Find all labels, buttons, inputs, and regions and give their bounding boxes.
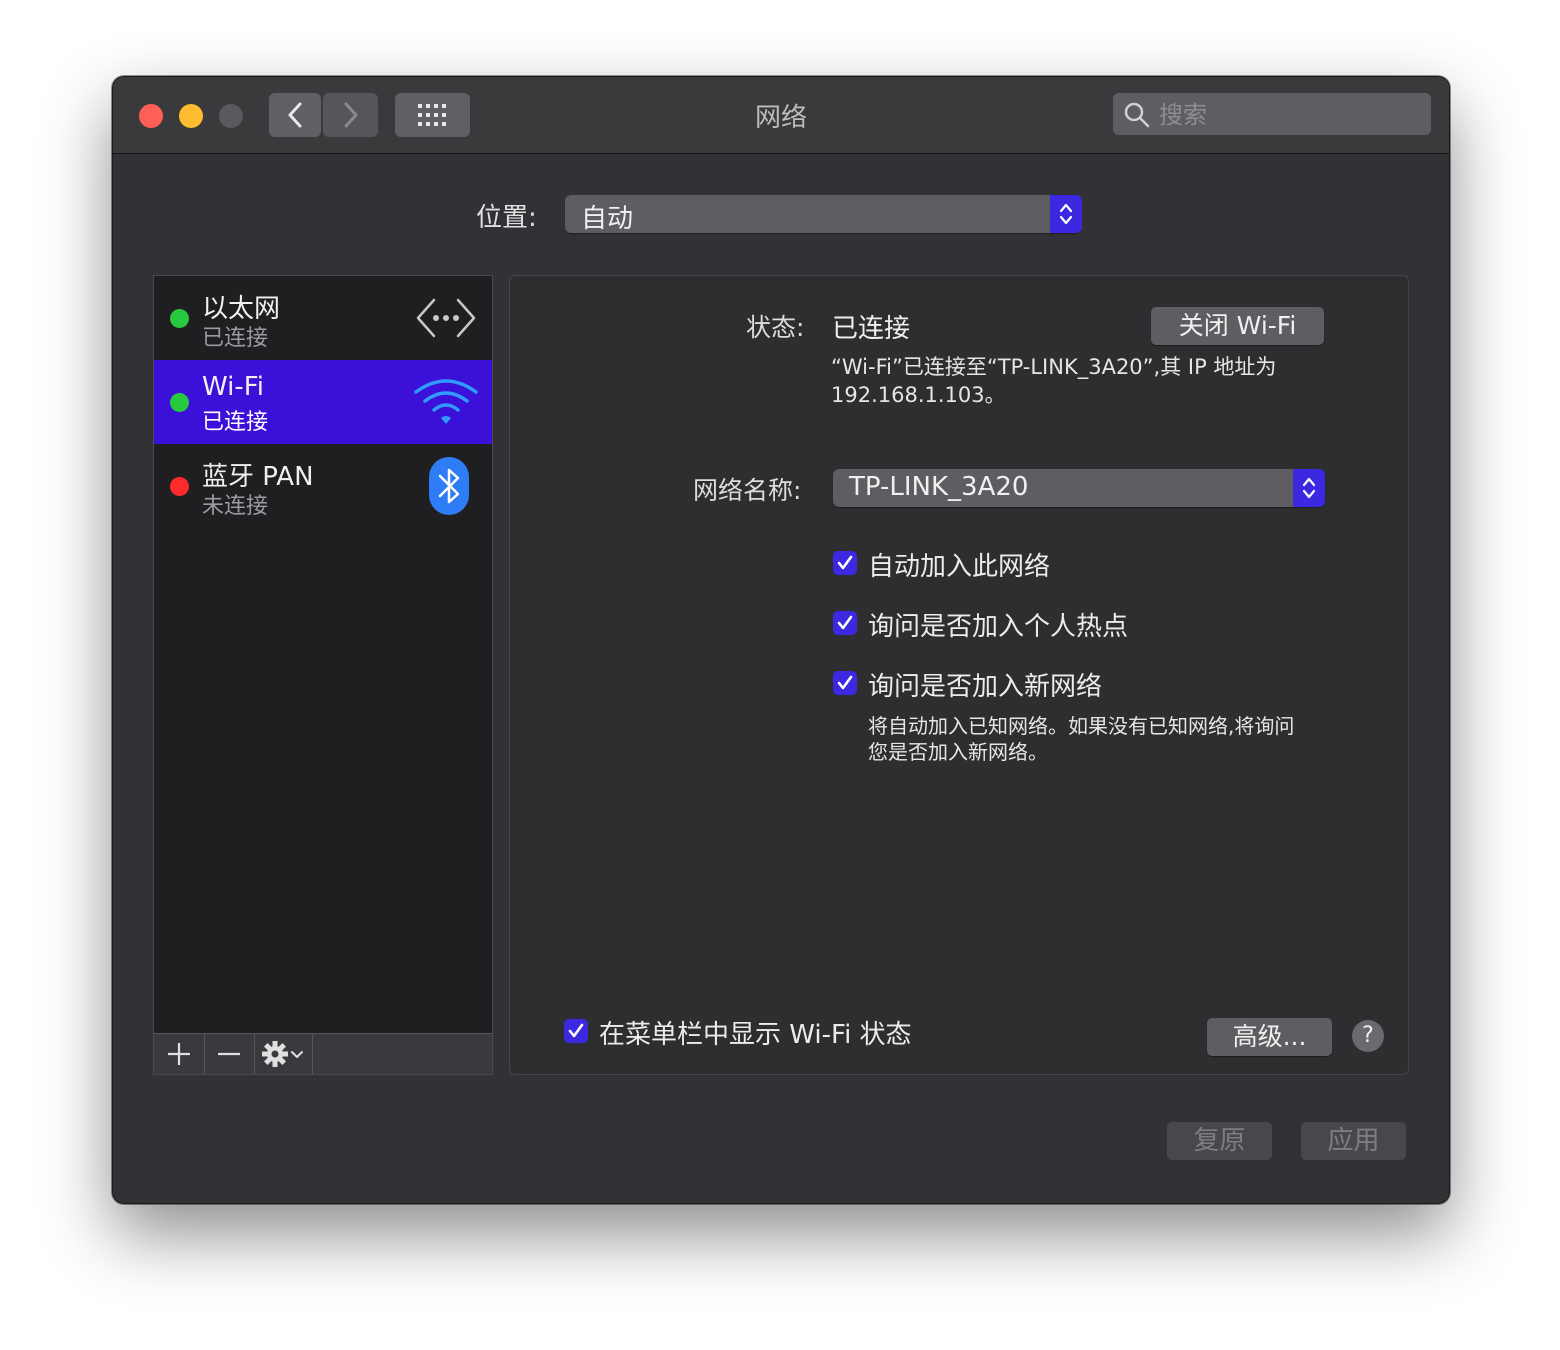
ask-new-networks-checkbox[interactable] <box>833 671 857 695</box>
revert-button[interactable]: 复原 <box>1167 1122 1272 1160</box>
ask-hotspot-label[interactable]: 询问是否加入个人热点 <box>868 606 1128 643</box>
plus-icon <box>168 1043 190 1065</box>
location-value: 自动 <box>581 204 634 234</box>
add-service-button[interactable] <box>154 1034 205 1074</box>
network-name-value: TP-LINK_3A20 <box>849 472 1029 502</box>
search-input[interactable] <box>1157 97 1421 133</box>
status-dot <box>170 393 189 412</box>
wifi-detail-panel: 状态: 已连接 关闭 Wi-Fi “Wi-Fi”已连接至“TP-LINK_3A2… <box>509 275 1409 1075</box>
network-name-label: 网络名称: <box>693 476 802 505</box>
show-in-menubar-label[interactable]: 在菜单栏中显示 Wi-Fi 状态 <box>599 1014 912 1051</box>
network-preferences-window: 网络 位置: 自动 以太网 已连接 <box>112 76 1450 1204</box>
help-button[interactable]: ? <box>1352 1020 1384 1052</box>
ask-new-networks-label[interactable]: 询问是否加入新网络 <box>868 666 1102 703</box>
gear-icon <box>262 1041 303 1067</box>
status-dot <box>170 309 189 328</box>
checkmark-icon <box>837 675 853 690</box>
show-in-menubar-checkbox[interactable] <box>564 1019 588 1043</box>
search-icon <box>1124 102 1150 128</box>
status-dot <box>170 477 189 496</box>
service-item-bluetooth-pan[interactable]: 蓝牙 PAN 未连接 <box>154 444 492 528</box>
service-status: 已连接 <box>202 326 269 351</box>
auto-join-label[interactable]: 自动加入此网络 <box>868 546 1050 583</box>
ask-new-description-line1: 将自动加入已知网络。如果没有已知网络,将询问 <box>868 714 1295 738</box>
checkmark-icon <box>837 615 853 630</box>
updown-arrows-icon <box>1050 195 1082 233</box>
apply-button[interactable]: 应用 <box>1301 1122 1406 1160</box>
status-description-line1: “Wi-Fi”已连接至“TP-LINK_3A20”,其 IP 地址为 <box>831 355 1277 379</box>
updown-arrows-icon <box>1293 469 1325 507</box>
service-status: 已连接 <box>202 410 269 435</box>
ethernet-icon <box>416 298 476 338</box>
remove-service-button[interactable] <box>204 1034 255 1074</box>
location-label: 位置: <box>476 203 537 233</box>
status-description-line2: 192.168.1.103。 <box>831 383 1006 407</box>
turn-off-wifi-button[interactable]: 关闭 Wi-Fi <box>1151 307 1324 345</box>
checkmark-icon <box>837 555 853 570</box>
service-item-ethernet[interactable]: 以太网 已连接 <box>154 276 492 360</box>
title-bar: 网络 <box>113 77 1449 154</box>
ask-new-description-line2: 您是否加入新网络。 <box>868 740 1048 764</box>
minus-icon <box>218 1052 240 1056</box>
search-field[interactable] <box>1113 93 1431 135</box>
status-value: 已连接 <box>832 314 911 344</box>
auto-join-checkbox[interactable] <box>833 551 857 575</box>
service-list-toolbar <box>153 1033 493 1075</box>
ask-hotspot-checkbox[interactable] <box>833 611 857 635</box>
service-action-menu[interactable] <box>254 1034 313 1074</box>
service-name: Wi-Fi <box>202 372 265 402</box>
advanced-button[interactable]: 高级... <box>1207 1018 1332 1056</box>
wifi-icon <box>414 379 478 424</box>
network-name-popup[interactable]: TP-LINK_3A20 <box>833 469 1325 507</box>
service-list[interactable]: 以太网 已连接 Wi-Fi 已连接 蓝牙 PAN 未连接 <box>153 275 493 1035</box>
location-popup[interactable]: 自动 <box>565 195 1082 234</box>
service-item-wifi[interactable]: Wi-Fi 已连接 <box>154 360 492 444</box>
checkmark-icon <box>568 1023 584 1038</box>
status-label: 状态: <box>746 313 805 342</box>
bluetooth-icon <box>429 457 469 515</box>
service-status: 未连接 <box>202 494 269 519</box>
